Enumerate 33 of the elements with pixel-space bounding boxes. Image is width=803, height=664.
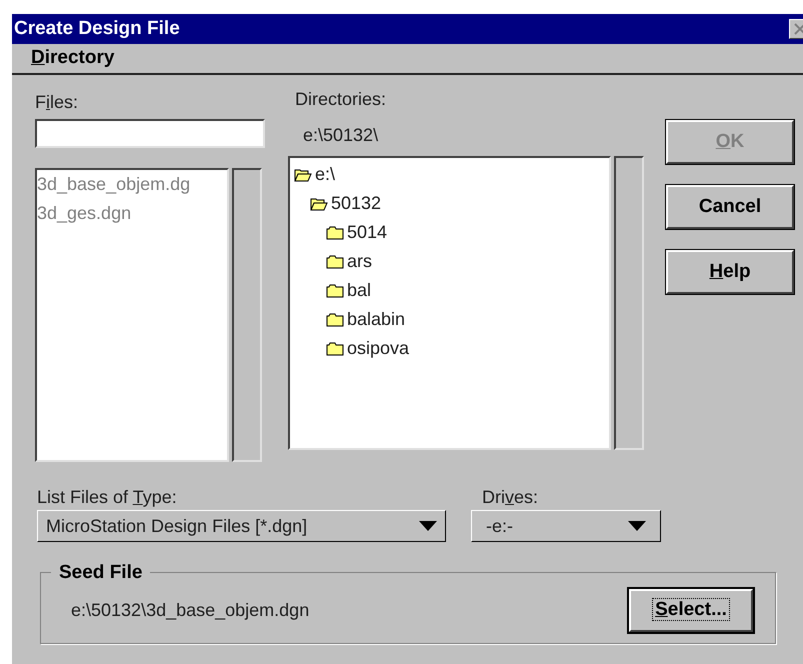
folder-icon (326, 226, 344, 240)
field-label: Drives: (482, 486, 540, 506)
menu-title[interactable]: Directory (31, 44, 114, 73)
open-folder-icon (310, 196, 328, 210)
field-label: List Files of Type: (37, 486, 178, 506)
folder-tree-item[interactable]: 5014 (290, 218, 609, 247)
file-type-dropdown[interactable]: MicroStation Design Files [*.dgn] (37, 510, 446, 542)
folder-icon (326, 284, 344, 298)
folder-tree-item[interactable]: osipova (290, 334, 609, 363)
folder-tree-item[interactable]: balabin (290, 305, 609, 334)
folder-icon (326, 254, 344, 268)
folder-tree-item[interactable]: ars (290, 247, 609, 276)
directory-path: e:\50132\ (303, 124, 380, 146)
folder-icon (326, 342, 344, 356)
field-label: Directories: (295, 88, 388, 110)
select-button[interactable]: Select... (629, 588, 753, 632)
window-title: Create Design File (14, 16, 180, 41)
folder-tree-item[interactable]: bal (290, 276, 609, 305)
folder-tree-item[interactable]: e:\ (290, 160, 609, 189)
dropdown-arrow-icon (628, 521, 646, 531)
folder-icon (326, 312, 344, 326)
drives-dropdown[interactable]: -e:- (471, 510, 661, 542)
files-input-field[interactable] (35, 119, 265, 148)
dialog-button[interactable]: Help (666, 250, 794, 294)
scrollbar[interactable] (232, 168, 262, 462)
folder-tree-item[interactable]: 50132 (290, 189, 609, 218)
close-icon (794, 23, 803, 35)
dropdown-arrow-icon (419, 521, 437, 531)
open-folder-icon (294, 168, 312, 182)
scrollbar[interactable] (614, 156, 644, 450)
seed-file-path: e:\50132\3d_base_objem.dgn (71, 598, 310, 622)
dialog-button[interactable]: Cancel (666, 185, 794, 229)
field-label: Files: (35, 91, 80, 113)
